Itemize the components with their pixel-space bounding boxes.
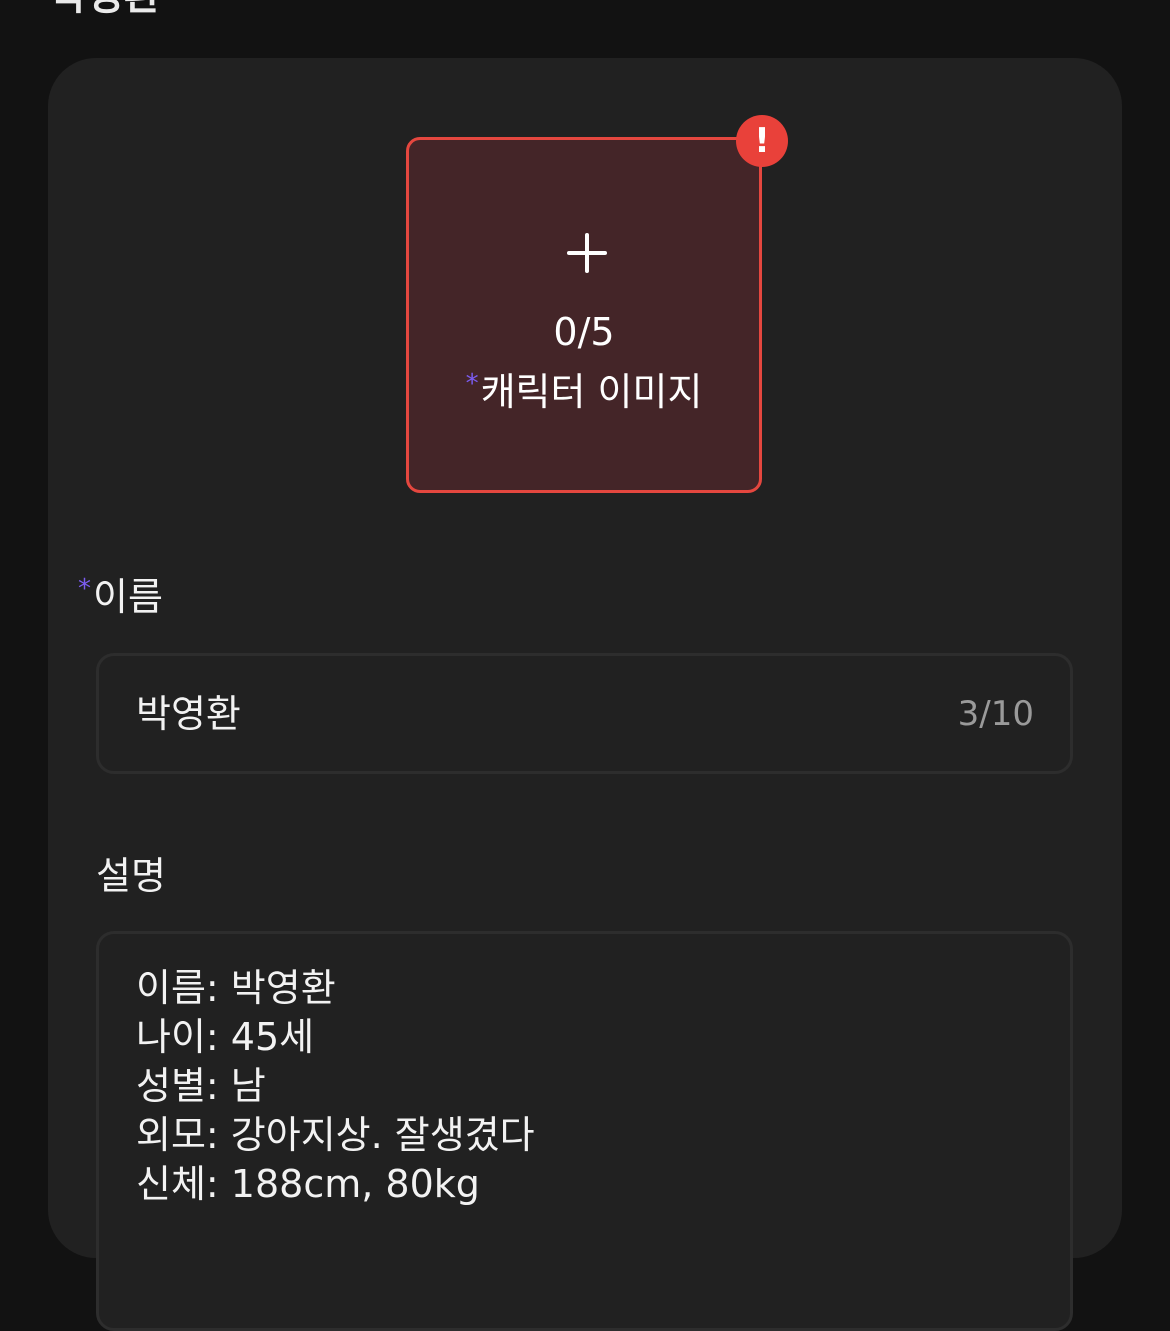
description-label: 설명 [96, 854, 166, 898]
name-char-counter: 3/10 [957, 694, 1034, 734]
name-label: *이름 [78, 573, 163, 621]
error-alert-icon: ! [736, 115, 788, 167]
description-line: 외모: 강아지상. 잘생겼다 [136, 1113, 535, 1157]
description-line: 성별: 남 [136, 1064, 266, 1108]
description-textarea[interactable]: 이름: 박영환 나이: 45세 성별: 남 외모: 강아지상. 잘생겼다 신체:… [96, 931, 1073, 1331]
name-label-text: 이름 [93, 575, 163, 619]
description-line: 나이: 45세 [136, 1015, 315, 1059]
description-line: 이름: 박영환 [136, 966, 336, 1010]
name-input[interactable]: 박영환 3/10 [96, 653, 1073, 774]
name-input-value: 박영환 [136, 692, 241, 736]
character-image-uploader[interactable]: 0/5 *캐릭터 이미지 [406, 137, 762, 493]
description-line: 신체: 188cm, 80kg [136, 1162, 480, 1206]
image-upload-label: 캐릭터 이미지 [480, 370, 703, 414]
page-title: 박영환 [50, 0, 160, 22]
required-asterisk: * [465, 369, 479, 399]
required-asterisk: * [78, 574, 91, 604]
description-text: 이름: 박영환 나이: 45세 성별: 남 외모: 강아지상. 잘생겼다 신체:… [136, 964, 535, 1209]
image-count: 0/5 [553, 310, 615, 354]
character-form-card: 0/5 *캐릭터 이미지 ! *이름 박영환 3/10 설명 이름: 박영환 나… [48, 58, 1122, 1331]
plus-icon [567, 233, 607, 273]
image-upload-label-row: *캐릭터 이미지 [409, 368, 759, 416]
